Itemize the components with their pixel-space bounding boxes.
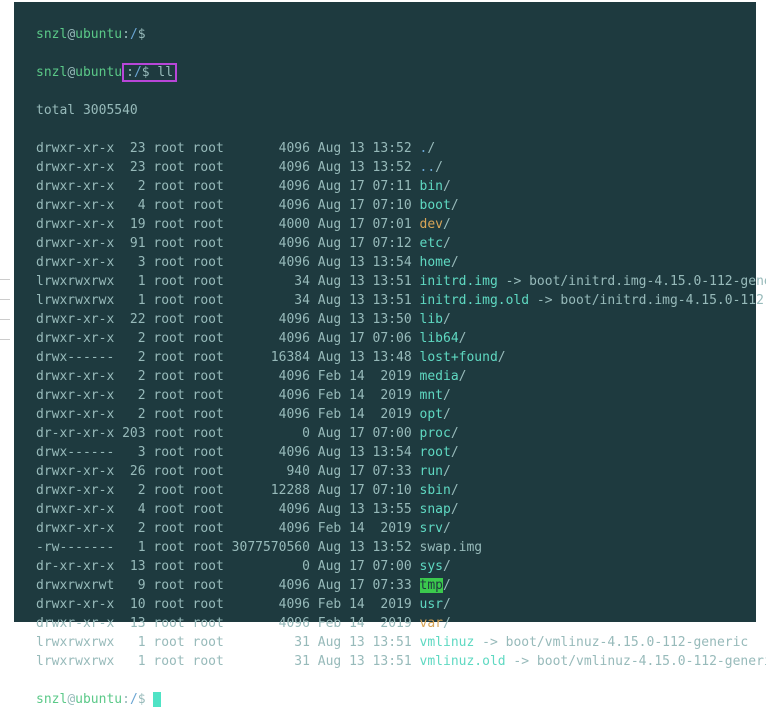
file-name: vmlinuz.old [420,654,506,669]
file-name: proc [420,426,451,441]
file-name: media [420,369,459,384]
list-item: -rw------- 1 root root 3077570560 Aug 13… [36,538,756,557]
list-item: drwxr-xr-x 19 root root 4000 Aug 17 07:0… [36,215,756,234]
list-item: drwxr-xr-x 4 root root 4096 Aug 17 07:10… [36,196,756,215]
terminal-window[interactable]: snzl@ubuntu:/$ snzl@ubuntu:/$ ll total 3… [14,2,756,622]
list-item: drwx------ 2 root root 16384 Aug 13 13:4… [36,348,756,367]
command-text: ll [157,65,173,80]
list-item: drwxr-xr-x 23 root root 4096 Aug 13 13:5… [36,139,756,158]
list-item: drwxr-xr-x 4 root root 4096 Aug 13 13:55… [36,500,756,519]
list-item: drwxr-xr-x 2 root root 4096 Aug 17 07:11… [36,177,756,196]
list-item: drwxr-xr-x 13 root root 4096 Feb 14 2019… [36,614,756,633]
list-item: drwxrwxrwt 9 root root 4096 Aug 17 07:33… [36,576,756,595]
prompt-user: snzl [36,27,67,42]
file-name: usr [420,597,443,612]
file-name: dev [420,217,443,232]
file-name: lost+found [420,350,498,365]
file-name: mnt [420,388,443,403]
symlink-target: -> boot/vmlinuz-4.15.0-112-generic [474,635,748,650]
file-name: vmlinuz [420,635,475,650]
list-item: drwxr-xr-x 23 root root 4096 Aug 13 13:5… [36,158,756,177]
list-item: drwxr-xr-x 3 root root 4096 Aug 13 13:54… [36,253,756,272]
list-item: drwxr-xr-x 2 root root 4096 Feb 14 2019 … [36,367,756,386]
list-item: drwxr-xr-x 2 root root 4096 Feb 14 2019 … [36,386,756,405]
list-item: lrwxrwxrwx 1 root root 34 Aug 13 13:51 i… [36,272,756,291]
list-item: lrwxrwxrwx 1 root root 31 Aug 13 13:51 v… [36,652,756,671]
symlink-target: -> boot/initrd.img-4.15.0-112-generic [498,274,766,289]
prompt-path: / [130,27,138,42]
file-name: .. [420,160,436,175]
total-line: total 3005540 [36,101,756,120]
cursor-icon [153,692,161,707]
file-name: root [420,445,451,460]
file-name: . [420,141,428,156]
file-name: initrd.img [420,274,498,289]
command-highlight: :/$ ll [122,63,177,82]
list-item: lrwxrwxrwx 1 root root 34 Aug 13 13:51 i… [36,291,756,310]
list-item: drwxr-xr-x 2 root root 4096 Feb 14 2019 … [36,519,756,538]
prompt-user-2: snzl [36,65,67,80]
prompt-line-1: snzl@ubuntu:/$ [36,25,756,44]
file-name: srv [420,521,443,536]
list-item: drwxr-xr-x 22 root root 4096 Aug 13 13:5… [36,310,756,329]
list-item: drwxr-xr-x 2 root root 12288 Aug 17 07:1… [36,481,756,500]
list-item: drwxr-xr-x 26 root root 940 Aug 17 07:33… [36,462,756,481]
list-item: dr-xr-xr-x 203 root root 0 Aug 17 07:00 … [36,424,756,443]
file-name: opt [420,407,443,422]
margin-dots [0,260,10,340]
file-name: home [420,255,451,270]
file-name: sys [420,559,443,574]
prompt-host-2: ubuntu [75,65,122,80]
file-name: boot [420,198,451,213]
file-name: swap.img [420,540,483,555]
list-item: drwxr-xr-x 2 root root 4096 Feb 14 2019 … [36,405,756,424]
file-name: lib64 [420,331,459,346]
list-item: drwxr-xr-x 91 root root 4096 Aug 17 07:1… [36,234,756,253]
list-item: drwxr-xr-x 10 root root 4096 Feb 14 2019… [36,595,756,614]
prompt-line-2: snzl@ubuntu:/$ ll [36,63,756,82]
list-item: drwxr-xr-x 2 root root 4096 Aug 17 07:06… [36,329,756,348]
file-name: lib [420,312,443,327]
prompt-line-3[interactable]: snzl@ubuntu:/$ [36,690,756,709]
file-name: run [420,464,443,479]
file-name: etc [420,236,443,251]
file-name: bin [420,179,443,194]
file-listing: drwxr-xr-x 23 root root 4096 Aug 13 13:5… [36,139,756,671]
file-name: tmp [420,578,443,593]
prompt-host: ubuntu [75,27,122,42]
list-item: drwx------ 3 root root 4096 Aug 13 13:54… [36,443,756,462]
file-name: var [420,616,443,631]
file-name: sbin [420,483,451,498]
file-name: initrd.img.old [420,293,530,308]
list-item: dr-xr-xr-x 13 root root 0 Aug 17 07:00 s… [36,557,756,576]
prompt-dollar-1: $ [138,27,146,42]
symlink-target: -> boot/vmlinuz-4.15.0-112-generic [506,654,766,669]
file-name: snap [420,502,451,517]
list-item: lrwxrwxrwx 1 root root 31 Aug 13 13:51 v… [36,633,756,652]
symlink-target: -> boot/initrd.img-4.15.0-112-generic [529,293,766,308]
